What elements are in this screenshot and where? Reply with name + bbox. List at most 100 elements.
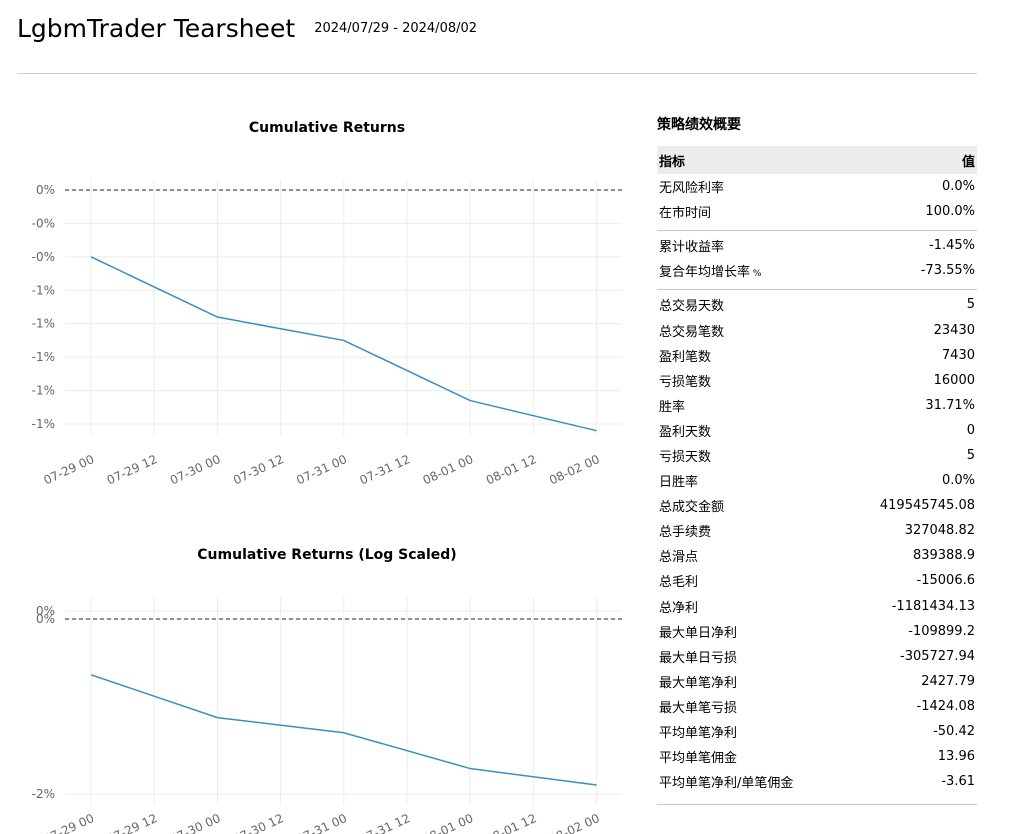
metric-row: 累计收益率 -1.45% bbox=[657, 233, 977, 258]
x-tick-label: 07-30 12 bbox=[231, 452, 286, 487]
x-tick-label: 07-29 00 bbox=[41, 811, 96, 834]
metric-row: 最大单笔亏损 -1424.08 bbox=[657, 694, 977, 719]
metric-value: -1181434.13 bbox=[891, 598, 975, 614]
metric-row: 最大单日亏损 -305727.94 bbox=[657, 644, 977, 669]
y-tick-label: -2% bbox=[32, 787, 55, 801]
metric-value: 13.96 bbox=[937, 749, 975, 765]
metric-label: 总交易笔数 bbox=[659, 324, 725, 340]
x-tick-label: 07-30 12 bbox=[231, 811, 286, 834]
metric-value: 2427.79 bbox=[921, 673, 975, 689]
y-tick-label: -0% bbox=[32, 250, 55, 264]
separator-cell bbox=[657, 224, 977, 233]
metric-label: 亏损笔数 bbox=[659, 374, 712, 390]
metric-row: 亏损天数 5 bbox=[657, 443, 977, 468]
metric-label: 最大单笔净利 bbox=[659, 675, 738, 691]
metric-value: 0.0% bbox=[941, 473, 975, 489]
chart-title: Cumulative Returns (Log Scaled) bbox=[197, 547, 456, 563]
table-bottom-rule bbox=[657, 804, 977, 806]
x-tick-label: 08-01 00 bbox=[421, 811, 476, 834]
x-tick-label: 07-31 12 bbox=[357, 811, 412, 834]
separator-cell bbox=[657, 283, 977, 292]
summary-title: 策略绩效概要 bbox=[657, 117, 741, 133]
metric-label: 日胜率 bbox=[659, 475, 699, 491]
metric-label: 平均单笔净利 bbox=[659, 726, 738, 742]
metric-row: 日胜率 0.0% bbox=[657, 468, 977, 493]
x-tick-label: 07-29 12 bbox=[105, 452, 160, 487]
page-header: LgbmTrader Tearsheet 2024/07/29 - 2024/0… bbox=[17, 14, 477, 43]
x-tick-label: 07-29 00 bbox=[41, 452, 96, 487]
metric-label: 盈利天数 bbox=[659, 424, 712, 440]
metric-label: 亏损天数 bbox=[659, 449, 712, 465]
separator-line bbox=[657, 289, 977, 291]
metric-value: 419545745.08 bbox=[879, 498, 975, 514]
value-column-header: 值 bbox=[843, 146, 977, 174]
metric-value: 7430 bbox=[941, 347, 975, 363]
x-tick-label: 08-01 12 bbox=[484, 811, 539, 834]
metric-label: 平均单笔净利/单笔佣金 bbox=[659, 776, 794, 792]
x-tick-label: 07-31 00 bbox=[294, 452, 349, 487]
y-tick-label: -1% bbox=[32, 417, 55, 431]
metrics-table: 指标 值 无风险利率 0.0% 在市时间 100.0% 累计收益率 -1.45% 复合年均增… bbox=[657, 146, 977, 794]
metric-column-header: 指标 bbox=[657, 146, 844, 174]
metric-label: 复合年均增长率 % bbox=[659, 265, 762, 281]
performance-summary: 策略绩效概要 指标 值 无风险利率 0.0% 在市时间 100.0% 累计收益率 -1.4… bbox=[657, 114, 977, 806]
metric-label: 在市时间 bbox=[659, 206, 712, 222]
y-tick-label: -0% bbox=[32, 216, 55, 230]
metric-row: 平均单笔佣金 13.96 bbox=[657, 744, 977, 769]
metric-value: 23430 bbox=[933, 322, 975, 338]
metric-row: 复合年均增长率 % -73.55% bbox=[657, 258, 977, 283]
metric-row: 在市时间 100.0% bbox=[657, 199, 977, 224]
metric-value: -50.42 bbox=[933, 724, 975, 740]
metric-value: 0.0% bbox=[941, 179, 975, 195]
metric-row: 最大单日净利 -109899.2 bbox=[657, 619, 977, 644]
metric-row: 最大单笔净利 2427.79 bbox=[657, 669, 977, 694]
metric-row: 总手续费 327048.82 bbox=[657, 518, 977, 543]
metric-label: 总成交金额 bbox=[659, 500, 725, 516]
metric-row: 总毛利 -15006.6 bbox=[657, 568, 977, 593]
metric-value: 327048.82 bbox=[904, 523, 975, 539]
cumulative-returns-log-chart: Cumulative Returns (Log Scaled) 0%0%-2% … bbox=[32, 547, 622, 834]
page-title: LgbmTrader Tearsheet bbox=[17, 14, 296, 43]
y-tick-label: 0% bbox=[36, 183, 55, 197]
y-tick-label: -1% bbox=[32, 350, 55, 364]
metric-label: 总净利 bbox=[659, 600, 699, 616]
metric-value: 0 bbox=[966, 422, 975, 438]
metric-row: 无风险利率 0.0% bbox=[657, 174, 977, 199]
metric-value: -1424.08 bbox=[916, 698, 975, 714]
x-tick-label: 08-01 12 bbox=[484, 452, 539, 487]
metric-label: 总毛利 bbox=[659, 575, 699, 591]
metric-label: 总手续费 bbox=[659, 525, 712, 541]
x-tick-label: 08-02 00 bbox=[547, 452, 602, 487]
metric-value: -73.55% bbox=[920, 263, 975, 279]
metric-row: 亏损笔数 16000 bbox=[657, 368, 977, 393]
metric-label: 最大单笔亏损 bbox=[659, 700, 738, 716]
y-tick-label: -1% bbox=[32, 317, 55, 331]
y-tick-label: 0% bbox=[36, 612, 55, 626]
metric-label: 无风险利率 bbox=[659, 181, 725, 197]
metric-label: 累计收益率 bbox=[659, 240, 725, 256]
chart-title: Cumulative Returns bbox=[249, 120, 405, 136]
header-divider bbox=[17, 73, 977, 74]
metric-value: -109899.2 bbox=[908, 623, 975, 639]
metric-label: 最大单日净利 bbox=[659, 625, 738, 641]
metric-row: 平均单笔净利 -50.42 bbox=[657, 719, 977, 744]
y-tick-label: -1% bbox=[32, 384, 55, 398]
separator-line bbox=[657, 230, 977, 232]
metric-row: 盈利天数 0 bbox=[657, 418, 977, 443]
group-separator bbox=[657, 224, 977, 233]
group-separator bbox=[657, 283, 977, 292]
metric-row: 盈利笔数 7430 bbox=[657, 343, 977, 368]
metric-value: 16000 bbox=[933, 372, 975, 388]
metric-row: 平均单笔净利/单笔佣金 -3.61 bbox=[657, 769, 977, 794]
x-tick-label: 08-02 00 bbox=[547, 811, 602, 834]
x-tick-label: 08-01 00 bbox=[421, 452, 476, 487]
metric-label: 盈利笔数 bbox=[659, 349, 712, 365]
metric-label: 平均单笔佣金 bbox=[659, 751, 738, 767]
metric-value: -305727.94 bbox=[900, 648, 975, 664]
percent-mark: % bbox=[750, 269, 762, 280]
metric-row: 总成交金额 419545745.08 bbox=[657, 493, 977, 518]
metric-label: 胜率 bbox=[659, 399, 686, 415]
metric-value: 5 bbox=[966, 297, 975, 313]
x-tick-label: 07-30 00 bbox=[168, 811, 223, 834]
metric-value: 100.0% bbox=[925, 204, 975, 220]
